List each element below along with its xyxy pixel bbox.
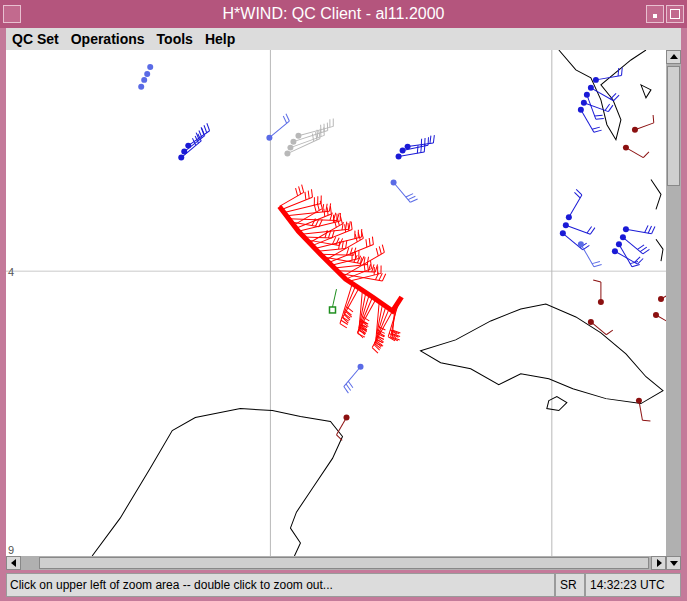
arrow-up-icon — [668, 51, 680, 63]
wind-barb[interactable] — [315, 229, 362, 249]
title-bar[interactable]: H*WIND: QC Client - al11.2000 — [0, 0, 687, 28]
wind-barb[interactable] — [344, 286, 356, 318]
wind-barb[interactable] — [178, 134, 201, 161]
menu-item[interactable]: QC Set — [12, 29, 59, 50]
wind-barb[interactable] — [332, 251, 359, 266]
status-mode: SR — [555, 573, 585, 597]
wind-barb[interactable] — [620, 234, 650, 254]
wind-barb[interactable] — [185, 123, 209, 148]
wind-barb[interactable] — [581, 100, 613, 112]
wind-barb[interactable] — [560, 230, 590, 250]
coastline — [92, 50, 663, 556]
window-title: H*WIND: QC Client - al11.2000 — [29, 4, 638, 24]
app-window: H*WIND: QC Client - al11.2000 QC Set Opera… — [0, 0, 687, 601]
wind-barb[interactable] — [284, 195, 321, 212]
wind-barb[interactable] — [287, 127, 324, 150]
maximize-icon[interactable] — [666, 5, 684, 23]
wind-barb[interactable] — [309, 216, 342, 243]
scroll-arrow[interactable] — [651, 556, 666, 570]
wind-barb[interactable] — [138, 84, 144, 90]
wind-barb[interactable] — [349, 265, 381, 281]
wind-barb[interactable] — [279, 185, 303, 207]
wind-barb[interactable] — [141, 77, 147, 83]
wind-barb[interactable] — [294, 201, 323, 225]
wind-barb[interactable] — [588, 319, 613, 335]
vertical-scrollbar[interactable] — [666, 50, 681, 570]
wind-barb[interactable] — [563, 222, 595, 234]
wind-barb[interactable] — [290, 123, 327, 145]
wind-barb[interactable] — [374, 309, 389, 349]
wind-barb[interactable] — [144, 71, 150, 77]
wind-barb[interactable] — [405, 135, 435, 150]
scroll-arrow[interactable] — [666, 556, 681, 570]
wind-barb[interactable] — [357, 299, 375, 338]
recon-track[interactable] — [279, 185, 401, 353]
wind-barb[interactable] — [578, 107, 602, 132]
wind-barb[interactable] — [612, 248, 643, 264]
map-canvas[interactable]: 49 — [6, 50, 666, 556]
wind-barb[interactable] — [653, 312, 666, 325]
wind-barb[interactable] — [588, 85, 619, 101]
wind-barb[interactable] — [344, 364, 364, 393]
arrow-right-icon — [653, 557, 665, 569]
scroll-arrow[interactable] — [666, 50, 681, 64]
wind-barb[interactable] — [329, 237, 374, 263]
scroll-thumb[interactable] — [39, 557, 649, 569]
wind-barb[interactable] — [266, 114, 289, 141]
marker-icon[interactable] — [329, 307, 335, 313]
status-message: Click on upper left of zoom area -- doub… — [6, 573, 555, 597]
wind-barb[interactable] — [593, 67, 622, 82]
horizontal-scrollbar[interactable] — [6, 556, 666, 570]
wind-barb[interactable] — [301, 221, 350, 234]
menu-bar: QC Set Operations Tools Help — [6, 28, 681, 50]
grid-label: 4 — [8, 266, 14, 278]
wind-barb[interactable] — [658, 281, 666, 302]
scroll-thumb[interactable] — [667, 66, 680, 186]
arrow-left-icon — [8, 557, 20, 569]
menu-item[interactable]: Help — [205, 29, 235, 50]
window-menu-icon[interactable] — [3, 5, 21, 23]
wind-barb[interactable] — [343, 288, 360, 323]
arrow-down-icon — [668, 557, 680, 569]
menu-item[interactable]: Tools — [157, 29, 193, 50]
menu-item[interactable]: Operations — [71, 29, 145, 50]
grid-lines — [6, 50, 666, 556]
wind-barb[interactable] — [147, 64, 153, 70]
status-time: 14:32:23 UTC — [585, 573, 681, 597]
wind-barb[interactable] — [593, 280, 604, 305]
minimize-icon[interactable] — [646, 5, 664, 23]
wind-barb[interactable] — [566, 189, 582, 220]
wind-barb[interactable] — [359, 297, 372, 333]
wind-barb[interactable] — [623, 145, 649, 158]
wind-barb[interactable] — [584, 92, 604, 119]
wind-barb[interactable] — [334, 257, 368, 268]
grid-label: 9 — [8, 544, 14, 556]
wind-barb[interactable] — [632, 115, 654, 133]
wind-barb[interactable] — [326, 231, 363, 260]
wind-barb[interactable] — [181, 128, 205, 154]
wind-barb[interactable] — [287, 203, 331, 215]
wind-barb[interactable] — [295, 118, 333, 138]
wind-barb[interactable] — [337, 415, 350, 441]
wind-barb[interactable] — [578, 241, 602, 266]
wind-barb[interactable] — [636, 398, 650, 421]
scroll-arrow[interactable] — [6, 556, 21, 570]
status-bar: Click on upper left of zoom area -- doub… — [6, 573, 681, 597]
wind-barb[interactable] — [623, 225, 655, 233]
wind-barb[interactable] — [340, 284, 352, 328]
wind-barb[interactable] — [391, 179, 418, 202]
